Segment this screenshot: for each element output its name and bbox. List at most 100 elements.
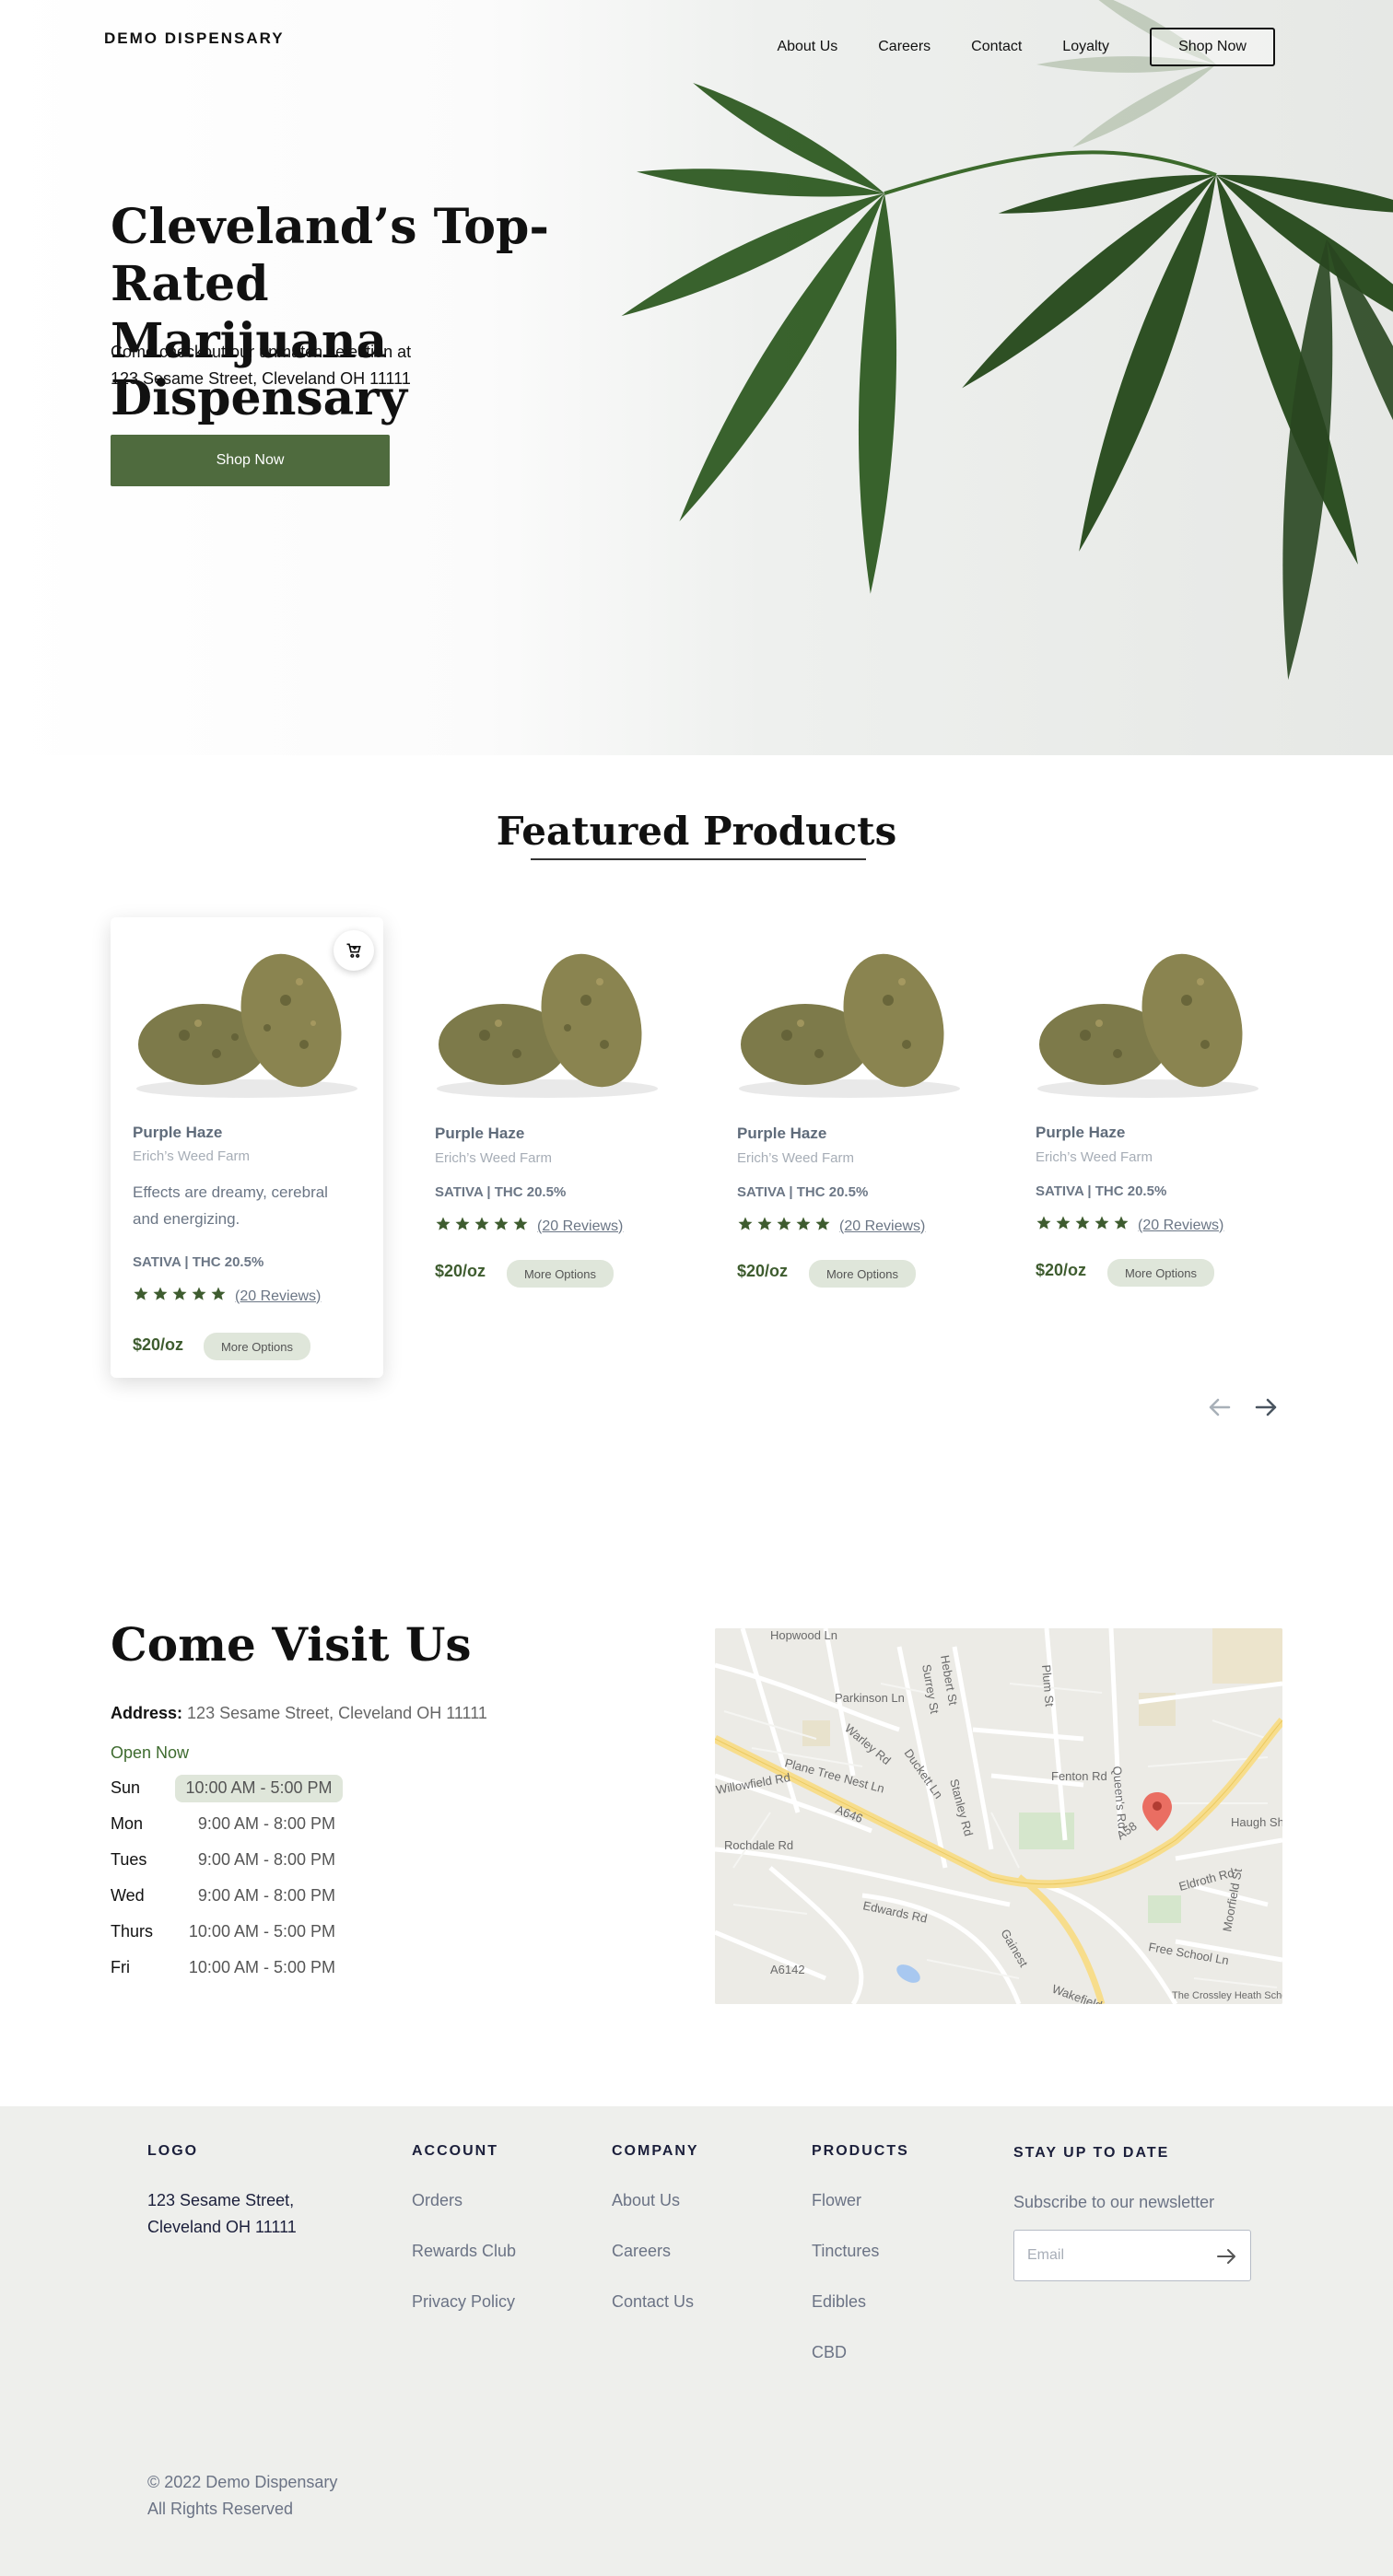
product-card[interactable]: Purple Haze Erich’s Weed Farm Effects ar… <box>111 917 383 1378</box>
footer-link-careers[interactable]: Careers <box>612 2242 671 2261</box>
nav-loyalty[interactable]: Loyalty <box>1062 39 1109 55</box>
product-rating: (20 Reviews) <box>1036 1215 1223 1236</box>
product-type: SATIVA | THC 20.5% <box>1036 1183 1167 1199</box>
product-name[interactable]: Purple Haze <box>435 1125 524 1143</box>
main-nav: About Us Careers Contact Loyalty Shop No… <box>777 28 1275 66</box>
product-type: SATIVA | THC 20.5% <box>133 1254 264 1270</box>
hours-day: Wed <box>111 1886 145 1905</box>
more-options-button[interactable]: More Options <box>1107 1259 1214 1287</box>
more-options-button[interactable]: More Options <box>507 1260 614 1288</box>
footer-link-tinctures[interactable]: Tinctures <box>812 2242 879 2261</box>
product-description: Effects are dreamy, cerebral and energiz… <box>133 1183 328 1228</box>
star-icon <box>1036 1216 1051 1230</box>
product-name[interactable]: Purple Haze <box>1036 1124 1125 1142</box>
footer-address-line1: 123 Sesame Street, <box>147 2191 295 2209</box>
map-label: Hopwood Ln <box>770 1628 837 1642</box>
star-icon <box>192 1287 206 1300</box>
star-icon <box>738 1217 753 1230</box>
footer-logo[interactable]: LOGO <box>147 2143 198 2160</box>
hours-row: Sun 10:00 AM - 5:00 PM <box>111 1773 350 1802</box>
product-farm: Erich’s Weed Farm <box>435 1150 552 1166</box>
more-options-button[interactable]: More Options <box>809 1260 916 1288</box>
footer-link-orders[interactable]: Orders <box>412 2191 462 2210</box>
hours-row: Tues 9:00 AM - 8:00 PM <box>111 1845 350 1874</box>
product-name[interactable]: Purple Haze <box>133 1124 222 1142</box>
hours-time: 10:00 AM - 5:00 PM <box>175 1775 343 1802</box>
email-input[interactable] <box>1027 2244 1202 2267</box>
hours-day: Sun <box>111 1778 141 1797</box>
product-farm: Erich’s Weed Farm <box>1036 1149 1153 1165</box>
hours-row: Mon 9:00 AM - 8:00 PM <box>111 1809 350 1838</box>
nav-shop-now-button[interactable]: Shop Now <box>1150 28 1275 66</box>
product-price: $20/oz <box>133 1335 184 1354</box>
newsletter-form <box>1013 2230 1251 2281</box>
map-graphic: Hopwood Ln Parkinson Ln Plane Tree Nest … <box>715 1628 1282 2004</box>
footer-link-flower[interactable]: Flower <box>812 2191 861 2210</box>
store-address: Address: 123 Sesame Street, Cleveland OH… <box>111 1704 487 1723</box>
rights-line: All Rights Reserved <box>147 2500 294 2518</box>
copyright: © 2022 Demo Dispensary All Rights Reserv… <box>147 2469 337 2523</box>
arrow-right-icon[interactable] <box>1215 2245 1237 2267</box>
product-type: SATIVA | THC 20.5% <box>737 1184 869 1200</box>
store-map[interactable]: Hopwood Ln Parkinson Ln Plane Tree Nest … <box>715 1628 1282 2004</box>
hours-time: 10:00 AM - 5:00 PM <box>188 1922 335 1941</box>
star-icon <box>455 1217 470 1230</box>
reviews-link[interactable]: (20 Reviews) <box>1138 1218 1223 1234</box>
star-icon <box>1114 1216 1129 1230</box>
rating-stars <box>133 1286 229 1307</box>
hours-time: 9:00 AM - 8:00 PM <box>197 1886 335 1905</box>
hero-shop-now-button[interactable]: Shop Now <box>111 435 390 486</box>
star-icon <box>815 1217 830 1230</box>
cannabis-bud-image <box>739 953 960 1098</box>
footer-link-rewards[interactable]: Rewards Club <box>412 2242 516 2261</box>
footer-heading-account: ACCOUNT <box>412 2143 498 2159</box>
add-to-cart-icon <box>346 943 361 958</box>
star-icon <box>474 1217 489 1230</box>
nav-contact[interactable]: Contact <box>971 39 1022 55</box>
product-rating: (20 Reviews) <box>737 1216 925 1237</box>
rating-stars <box>1036 1215 1132 1236</box>
hero-title: Cleveland’s Top-Rated Marijuana Dispensa… <box>111 199 663 427</box>
star-icon <box>757 1217 772 1230</box>
star-icon <box>513 1217 528 1230</box>
product-name[interactable]: Purple Haze <box>737 1125 826 1143</box>
arrow-left-icon[interactable] <box>1205 1393 1235 1422</box>
reviews-link[interactable]: (20 Reviews) <box>839 1218 925 1235</box>
arrow-right-icon[interactable] <box>1251 1393 1281 1422</box>
more-options-button[interactable]: More Options <box>204 1333 310 1360</box>
reviews-link[interactable]: (20 Reviews) <box>235 1288 321 1305</box>
visit-title: Come Visit Us <box>111 1617 472 1672</box>
star-icon <box>134 1287 148 1300</box>
add-to-cart-button[interactable] <box>334 930 374 971</box>
hours-day: Tues <box>111 1850 147 1869</box>
map-label: Rochdale Rd <box>724 1838 793 1852</box>
footer-link-about[interactable]: About Us <box>612 2191 680 2210</box>
map-label: Fenton Rd <box>1051 1769 1107 1783</box>
map-label: The Crossley Heath School <box>1172 1990 1282 2001</box>
footer-heading-company: COMPANY <box>612 2143 699 2159</box>
footer-link-edibles[interactable]: Edibles <box>812 2292 866 2312</box>
footer-link-privacy[interactable]: Privacy Policy <box>412 2292 515 2312</box>
newsletter-text: Subscribe to our newsletter <box>1013 2193 1215 2211</box>
hours-row: Thurs 10:00 AM - 5:00 PM <box>111 1917 350 1946</box>
map-label: Haugh Sh <box>1231 1815 1282 1829</box>
star-icon <box>494 1217 509 1230</box>
star-icon <box>172 1287 187 1300</box>
reviews-link[interactable]: (20 Reviews) <box>537 1218 623 1235</box>
brand-logo[interactable]: DEMO DISPENSARY <box>104 29 285 48</box>
product-price: $20/oz <box>1036 1261 1087 1279</box>
hours-time: 9:00 AM - 8:00 PM <box>197 1850 335 1869</box>
address-value: 123 Sesame Street, Cleveland OH 11111 <box>187 1704 487 1722</box>
footer-heading-products: PRODUCTS <box>812 2143 909 2159</box>
product-type: SATIVA | THC 20.5% <box>435 1184 567 1200</box>
cannabis-bud-image <box>136 953 357 1098</box>
copyright-line: © 2022 Demo Dispensary <box>147 2473 338 2491</box>
nav-about[interactable]: About Us <box>777 39 837 55</box>
footer-link-cbd[interactable]: CBD <box>812 2343 847 2362</box>
map-label: A6142 <box>770 1963 805 1976</box>
nav-careers[interactable]: Careers <box>878 39 931 55</box>
cannabis-bud-image <box>437 953 658 1098</box>
star-icon <box>1075 1216 1090 1230</box>
footer-link-contact[interactable]: Contact Us <box>612 2292 694 2312</box>
product-price: $20/oz <box>435 1262 486 1280</box>
